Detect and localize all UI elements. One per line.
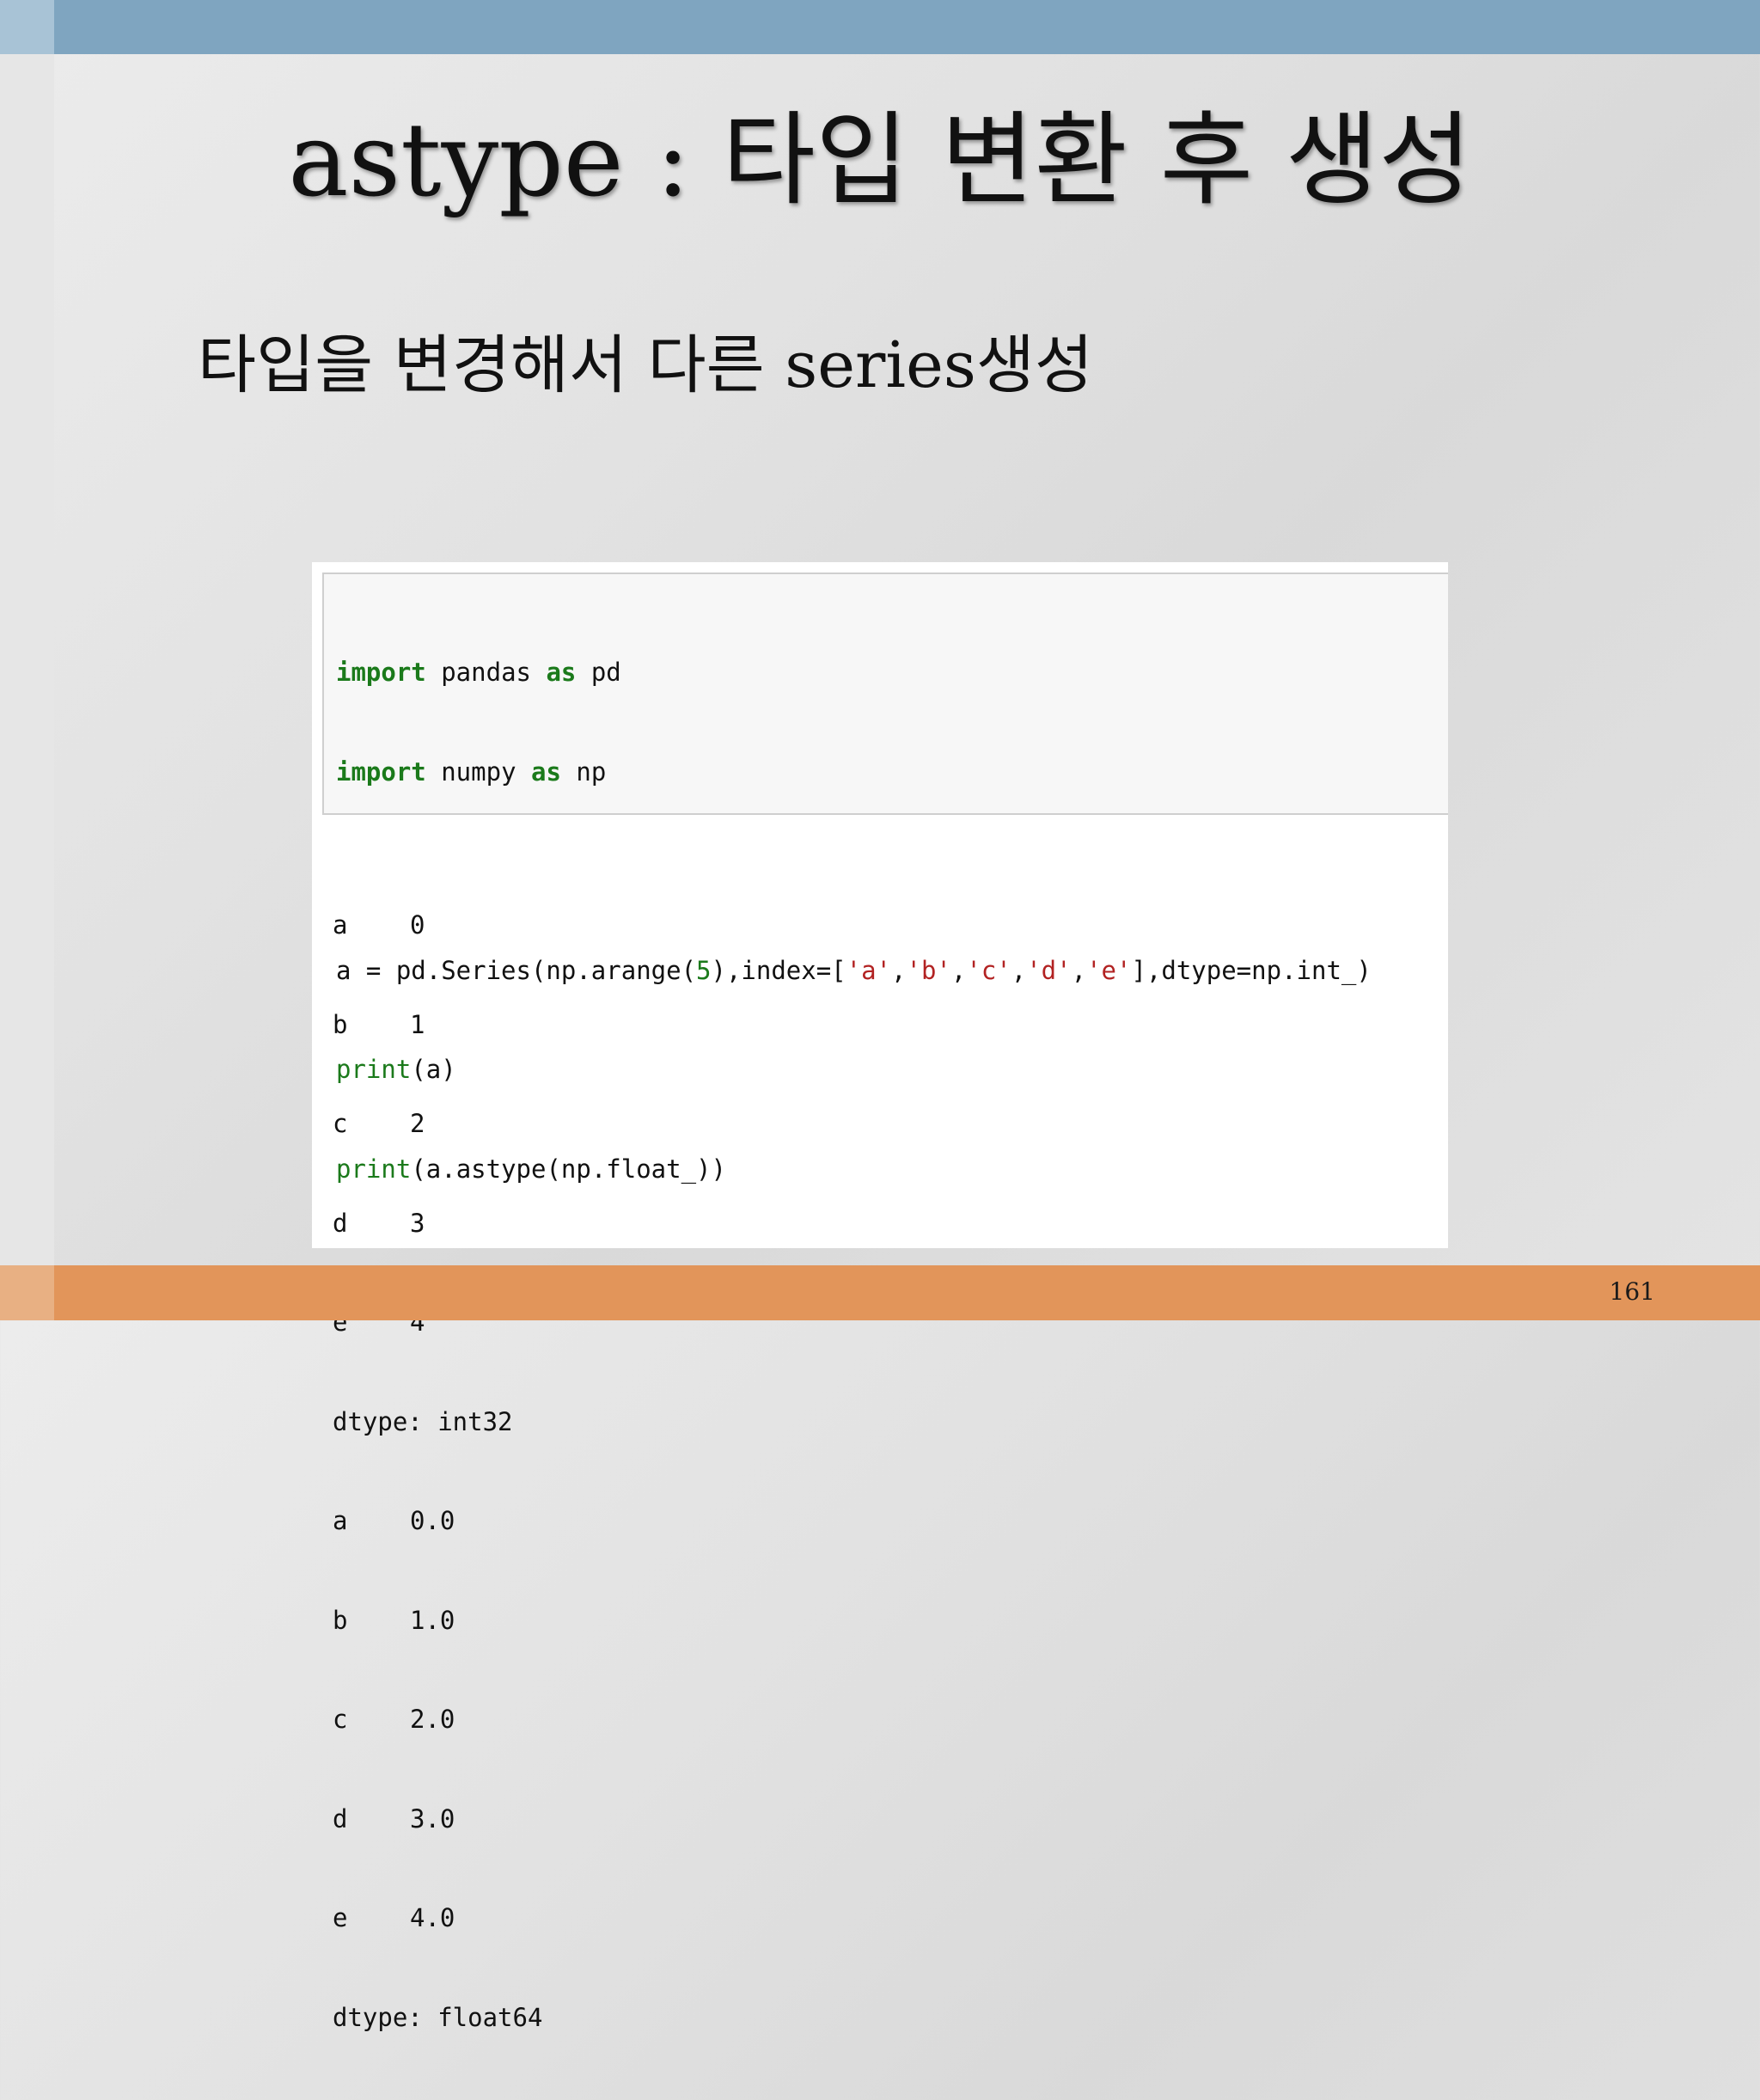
output-index: d [333,1208,348,1238]
keyword-as: as [530,756,561,787]
output-value: 3.0 [410,1803,455,1834]
left-margin-strip [0,54,54,1265]
keyword-import: import [336,658,426,687]
code-text: numpy [425,756,531,787]
output-index: b [333,1605,348,1635]
code-string: 'c' [966,955,1011,985]
bottom-accent-tab [0,1265,54,1320]
code-line: import pandas as pd [336,656,1372,689]
output-row: d 3.0 [333,1803,542,1836]
output-block: a0 b1 c2 d3 e4 dtype: int32 a 0.0 b 1.0 c2… [333,842,542,2100]
output-row: e 4.0 [333,1901,542,1935]
output-index: a [333,1506,348,1535]
code-input-cell: import pandas as pd import numpy as np a… [322,572,1448,1184]
output-dtype: dtype: float64 [333,2002,543,2032]
code-text: pd [576,658,621,687]
code-text: pandas [425,658,547,687]
output-index: b [333,1009,348,1039]
output-value: 3 [410,1208,425,1238]
output-value: 2 [410,1109,425,1138]
keyword-import: import [336,756,426,787]
code-text: , [891,955,907,985]
slide-title: astype : 타입 변환 후 생성 [288,101,1472,219]
output-value: 4.0 [410,1903,455,1932]
output-row: b 1.0 [333,1604,542,1638]
output-dtype: dtype: int32 [333,1406,513,1436]
bottom-accent-bar: 161 [0,1265,1760,1320]
code-text: np [560,756,607,787]
output-index: c [333,1109,348,1138]
output-value: 1 [410,1009,425,1039]
code-text: , [1011,955,1027,985]
notebook-screenshot: import pandas as pd import numpy as np a… [312,562,1448,2032]
output-value: 1.0 [410,1605,455,1635]
code-string: 'd' [1026,955,1072,985]
output-index: e [333,1903,348,1932]
code-string: 'e' [1086,955,1132,985]
code-string: 'b' [906,955,951,985]
output-index: a [333,910,348,940]
code-number: 5 [696,955,712,985]
output-value: 0 [410,910,425,940]
output-row: a 0.0 [333,1504,542,1538]
code-text: ),index=[ [711,955,846,985]
code-text: , [1071,955,1087,985]
top-accent-bar [0,0,1760,54]
output-index: d [333,1803,348,1834]
output-row: d3 [333,1207,542,1240]
code-text: ],dtype=np.int_) [1131,955,1372,985]
code-string: 'a' [846,955,892,985]
top-accent-tab [0,0,54,54]
slide-number: 161 [1609,1277,1655,1306]
code-line: import numpy as np [336,756,1372,789]
output-row: a0 [333,909,542,942]
slide-subtitle: 타입을 변경해서 다른 series생성 [198,328,1094,402]
output-value: 2.0 [410,1705,455,1734]
output-index: c [333,1705,348,1734]
keyword-as: as [546,658,577,687]
code-text: , [950,955,967,985]
output-row: c2 [333,1107,542,1141]
output-value: 0.0 [410,1506,455,1535]
output-row: b1 [333,1008,542,1042]
output-row: c 2.0 [333,1703,542,1736]
